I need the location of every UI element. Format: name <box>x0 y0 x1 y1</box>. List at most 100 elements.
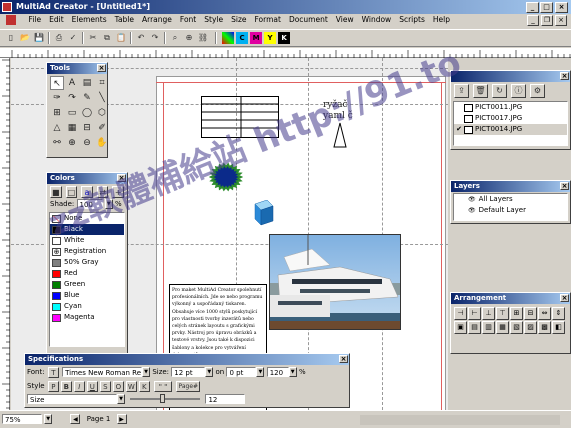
pen-icon[interactable]: ✑ <box>50 91 64 105</box>
blend-icon[interactable]: ⇄ <box>96 186 109 198</box>
align-icon[interactable]: ⇕ <box>552 307 565 320</box>
cube-shape[interactable] <box>253 200 275 226</box>
align-icon[interactable]: ⊢ <box>468 307 481 320</box>
ellipse-icon[interactable]: ◯ <box>80 106 94 120</box>
fill-mode-icon[interactable]: ■ <box>50 186 62 198</box>
shade-input[interactable]: 100 <box>76 199 103 209</box>
color-item[interactable]: Blue <box>50 290 124 301</box>
paste-icon[interactable]: 📋 <box>115 32 127 44</box>
new-icon[interactable]: ▯ <box>5 32 17 44</box>
cut-icon[interactable]: ✂ <box>87 32 99 44</box>
table-element[interactable] <box>201 96 279 138</box>
color-item[interactable]: Cyan <box>50 301 124 312</box>
menu-view[interactable]: View <box>332 14 358 26</box>
align-icon[interactable]: ⇔ <box>538 307 551 320</box>
menu-edit[interactable]: Edit <box>45 14 68 26</box>
slider-target-select[interactable]: Size <box>27 394 117 404</box>
menu-window[interactable]: Window <box>358 14 396 26</box>
close-icon[interactable]: × <box>560 72 569 80</box>
maximize-icon[interactable]: □ <box>540 2 553 13</box>
zoom-out-icon[interactable]: ⊖ <box>80 136 94 150</box>
color-item[interactable]: 50% Gray <box>50 257 124 268</box>
style-button[interactable]: I <box>73 380 85 392</box>
align-icon[interactable]: ⊞ <box>510 307 523 320</box>
triangle-shape[interactable] <box>333 122 347 148</box>
heading-text[interactable]: ryžač yaml č <box>323 100 373 122</box>
rotate-icon[interactable]: ↷ <box>65 91 79 105</box>
doc-restore-icon[interactable]: ❐ <box>541 15 553 26</box>
tools-palette-title[interactable]: Tools × <box>47 63 107 74</box>
style-button[interactable]: S <box>99 380 111 392</box>
layer-item[interactable]: 👁 All Layers <box>454 194 567 205</box>
swatch-m[interactable]: M <box>250 32 263 44</box>
color-item[interactable]: Black <box>50 224 124 235</box>
triangle-icon[interactable]: △ <box>50 121 64 135</box>
menu-scripts[interactable]: Scripts <box>395 14 429 26</box>
menu-table[interactable]: Table <box>111 14 138 26</box>
select-icon[interactable]: A <box>65 76 79 90</box>
text-color-icon[interactable]: a <box>81 186 93 198</box>
starburst-shape[interactable] <box>209 162 243 192</box>
update-image-icon[interactable]: ↻ <box>492 84 507 98</box>
style-button[interactable]: W <box>125 380 137 392</box>
image-item[interactable]: PICT0017.JPG <box>454 113 567 124</box>
align-icon[interactable]: ▦ <box>496 321 509 334</box>
layer-item[interactable]: 👁 Default Layer <box>454 205 567 216</box>
image-item[interactable]: ✔ PICT0014.JPG <box>454 124 567 135</box>
layers-panel-title[interactable]: Layers × <box>451 181 570 192</box>
pencil-icon[interactable]: ✐ <box>95 121 109 135</box>
align-icon[interactable]: ▤ <box>468 321 481 334</box>
font-type-icon[interactable]: T <box>47 366 59 378</box>
font-dropdown-icon[interactable]: ▼ <box>142 367 151 377</box>
stroke-mode-icon[interactable]: □ <box>65 186 78 198</box>
close-icon[interactable]: × <box>560 294 569 302</box>
align-icon[interactable]: ▨ <box>524 321 537 334</box>
open-icon[interactable]: 📂 <box>19 32 31 44</box>
doc-icon[interactable] <box>6 15 16 25</box>
crop-icon[interactable]: ⌗ <box>95 76 109 90</box>
slider-target-dropdown-icon[interactable]: ▼ <box>117 394 125 404</box>
print-icon[interactable]: ⎙ <box>53 32 65 44</box>
grid-icon[interactable]: ⊟ <box>80 121 94 135</box>
slider-thumb[interactable] <box>160 394 166 403</box>
doc-close-icon[interactable]: × <box>555 15 567 26</box>
size-dropdown-icon[interactable]: ▼ <box>205 367 214 377</box>
quote-button[interactable]: " " <box>154 380 173 392</box>
close-icon[interactable]: × <box>555 2 568 13</box>
color-item[interactable]: ⊕ Registration <box>50 246 124 257</box>
undo-icon[interactable]: ↶ <box>135 32 147 44</box>
vertical-ruler[interactable] <box>0 58 10 410</box>
colors-palette-title[interactable]: Colors × <box>47 173 127 184</box>
image-item[interactable]: PICT0011.JPG <box>454 102 567 113</box>
zoom-input[interactable]: 75% <box>2 414 42 424</box>
menu-elements[interactable]: Elements <box>68 14 111 26</box>
link-icon[interactable]: ⛓ <box>197 32 209 44</box>
align-icon[interactable]: ▧ <box>510 321 523 334</box>
swatch-k[interactable]: K <box>278 32 291 44</box>
minimize-icon[interactable]: _ <box>526 2 539 13</box>
menu-font[interactable]: Font <box>176 14 200 26</box>
arrangement-panel-title[interactable]: Arrangement × <box>451 293 570 304</box>
page-number-button[interactable]: Page# <box>176 380 201 392</box>
import-image-icon[interactable]: ⇪ <box>454 84 469 98</box>
menu-file[interactable]: File <box>25 14 46 26</box>
scale-dropdown-icon[interactable]: ▼ <box>288 367 297 377</box>
menu-document[interactable]: Document <box>285 14 332 26</box>
swatch-y[interactable]: Y <box>264 32 277 44</box>
images-panel-title[interactable]: × <box>451 71 570 82</box>
horizontal-ruler[interactable] <box>0 48 571 58</box>
color-item[interactable]: None <box>50 213 124 224</box>
size-slider[interactable] <box>130 394 201 403</box>
eye-icon[interactable]: 👁 <box>468 205 476 216</box>
style-button[interactable]: K <box>138 380 150 392</box>
redo-icon[interactable]: ↷ <box>149 32 161 44</box>
font-input[interactable]: Times New Roman Re <box>62 367 143 377</box>
frame-icon[interactable]: ⊞ <box>50 106 64 120</box>
pointer-icon[interactable]: ↖ <box>50 76 64 90</box>
yacht-photo[interactable] <box>269 234 401 330</box>
align-icon[interactable]: ⊣ <box>454 307 467 320</box>
menu-format[interactable]: Format <box>251 14 285 26</box>
slider-value-input[interactable]: 12 <box>205 394 246 404</box>
menu-help[interactable]: Help <box>429 14 454 26</box>
menu-style[interactable]: Style <box>200 14 227 26</box>
